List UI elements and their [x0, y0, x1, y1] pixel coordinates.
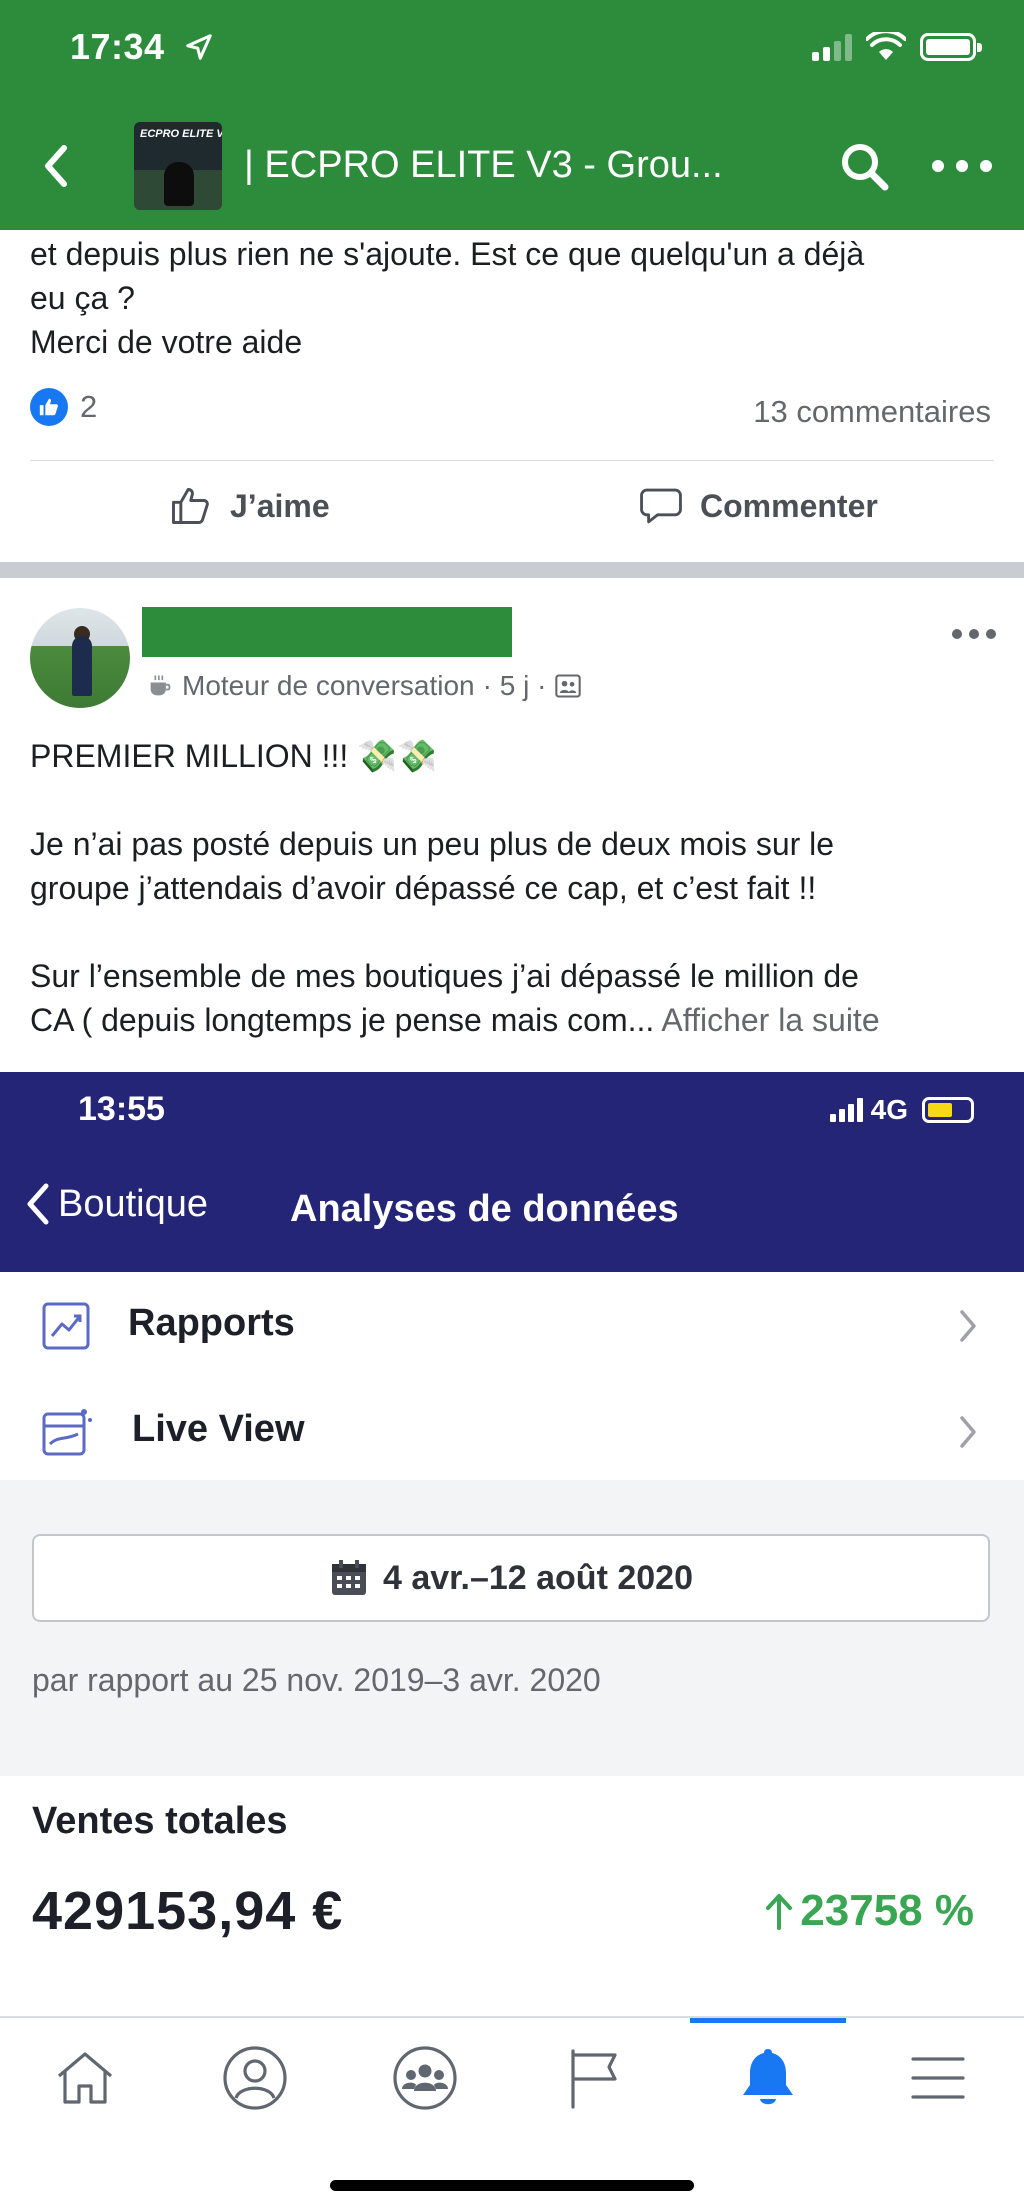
like-button[interactable]: J’aime — [168, 484, 330, 528]
group-title[interactable]: | ECPRO ELITE V3 - Grou... — [244, 144, 723, 187]
embedded-sales-label: Ventes totales — [32, 1800, 288, 1842]
network-type: 4G — [870, 1094, 908, 1125]
tab-profile[interactable] — [215, 2038, 295, 2118]
pages-flag-icon — [571, 2049, 617, 2109]
see-more-link[interactable]: Afficher la suite — [661, 1002, 879, 1038]
post-text-line: CA ( depuis longtemps je pense mais com.… — [30, 1002, 655, 1038]
post-text-line: Merci de votre aide — [30, 324, 303, 360]
post-text-line: Sur l’ensemble de mes boutiques j’ai dép… — [30, 958, 859, 994]
wifi-icon — [866, 32, 906, 60]
tab-home[interactable] — [45, 2038, 125, 2118]
embedded-compare-text: par rapport au 25 nov. 2019–3 avr. 2020 — [32, 1662, 601, 1698]
post-meta: Moteur de conversation · 5 j · — [146, 670, 582, 702]
post-paragraph: Je n’ai pas posté depuis un peu plus de … — [30, 822, 1000, 910]
thumbs-up-icon — [172, 488, 209, 524]
search-icon[interactable] — [838, 140, 892, 194]
embedded-sales-change: 23758 % — [764, 1886, 974, 1936]
embedded-date-range-button: 4 avr.–12 août 2020 — [32, 1534, 990, 1622]
comment-label: Commenter — [700, 487, 878, 524]
tab-groups[interactable] — [385, 2038, 465, 2118]
profile-icon — [223, 2046, 287, 2110]
post-text-line: groupe j’attendais d’avoir dépassé ce ca… — [30, 870, 817, 906]
embedded-row-label: Live View — [132, 1408, 305, 1450]
chevron-right-icon — [960, 1310, 976, 1342]
comment-button[interactable]: Commenter — [638, 484, 878, 528]
status-bar: 17:34 — [0, 0, 1024, 100]
feed-separator — [0, 562, 1024, 578]
embedded-row-label: Rapports — [128, 1302, 295, 1344]
tab-pages[interactable] — [555, 2038, 635, 2118]
divider — [30, 460, 994, 461]
tab-notifications[interactable] — [728, 2038, 808, 2118]
group-cover-thumbnail[interactable]: ECPRO ELITE V — [134, 122, 222, 210]
embedded-page-title: Analyses de données — [290, 1188, 679, 1230]
calendar-icon — [331, 1560, 366, 1595]
embedded-row-reports: Rapports — [0, 1272, 1024, 1379]
groups-icon — [393, 2046, 457, 2110]
post-image[interactable]: 13:55 4G Boutique Analyses de données Ra… — [0, 1072, 1024, 2016]
active-tab-indicator — [690, 2018, 846, 2023]
post-paragraph: Sur l’ensemble de mes boutiques j’ai dép… — [30, 954, 1000, 1042]
home-icon — [57, 2052, 113, 2104]
battery-icon — [920, 33, 982, 61]
like-count: 2 — [80, 389, 98, 424]
chevron-left-icon — [27, 1183, 49, 1225]
post-more-button[interactable] — [952, 626, 996, 642]
live-view-icon — [42, 1409, 92, 1456]
avatar[interactable] — [30, 608, 130, 708]
comments-count[interactable]: 13 commentaires — [753, 394, 991, 430]
more-options-button[interactable] — [932, 148, 992, 184]
tab-menu[interactable] — [898, 2038, 978, 2118]
post-text-line: eu ça ? — [30, 280, 135, 316]
location-arrow-icon — [186, 34, 212, 60]
arrow-up-icon — [766, 1894, 793, 1930]
back-button[interactable] — [36, 138, 76, 194]
bottom-tab-bar — [0, 2016, 1024, 2203]
status-icons — [812, 32, 982, 62]
reactions-summary[interactable]: 2 — [30, 388, 97, 426]
post-text: et depuis plus rien ne s'ajoute. Est ce … — [30, 232, 1000, 364]
embedded-back-button: Boutique — [24, 1182, 208, 1226]
author-name-redacted[interactable] — [142, 607, 512, 657]
group-thumb-text: ECPRO ELITE V — [140, 128, 222, 140]
coffee-badge-icon — [150, 675, 171, 696]
comment-icon — [640, 488, 682, 524]
group-nav: ECPRO ELITE V | ECPRO ELITE V3 - Grou... — [0, 118, 1024, 218]
reports-icon — [42, 1302, 90, 1350]
battery-icon — [922, 1097, 974, 1123]
embedded-sales-value: 429153,94 € — [32, 1881, 344, 1941]
app-header: 17:34 ECPRO ELITE V | ECPRO ELITE V3 - G… — [0, 0, 1024, 230]
post-headline: PREMIER MILLION !!! 💸💸 — [30, 738, 437, 774]
embedded-status-icons: 4G — [829, 1094, 974, 1126]
embedded-status-time: 13:55 — [78, 1090, 165, 1128]
post-text-line: Je n’ai pas posté depuis un peu plus de … — [30, 826, 835, 862]
like-reaction-icon — [30, 388, 68, 426]
embedded-sales-change-value: 23758 % — [800, 1886, 974, 1935]
embedded-row-live-view: Live View — [0, 1378, 1024, 1484]
post-body: PREMIER MILLION !!! 💸💸 Je n’ai pas posté… — [30, 734, 1000, 1042]
like-label: J’aime — [230, 487, 330, 524]
embedded-app-header: 13:55 4G Boutique Analyses de données — [0, 1072, 1024, 1272]
group-audience-icon — [555, 674, 582, 698]
embedded-date-range: 4 avr.–12 août 2020 — [382, 1558, 693, 1597]
home-indicator — [330, 2180, 694, 2191]
embedded-back-label: Boutique — [58, 1182, 209, 1225]
post-group-name[interactable]: Moteur de conversation — [182, 670, 475, 702]
post-text-line: et depuis plus rien ne s'ajoute. Est ce … — [30, 236, 865, 272]
chevron-right-icon — [960, 1416, 976, 1448]
notifications-bell-icon — [743, 2049, 793, 2105]
signal-icon — [812, 33, 852, 61]
menu-icon — [911, 2057, 965, 2099]
status-time: 17:34 — [70, 26, 165, 67]
signal-icon — [829, 1098, 863, 1122]
post-time[interactable]: · 5 j · — [483, 670, 547, 702]
